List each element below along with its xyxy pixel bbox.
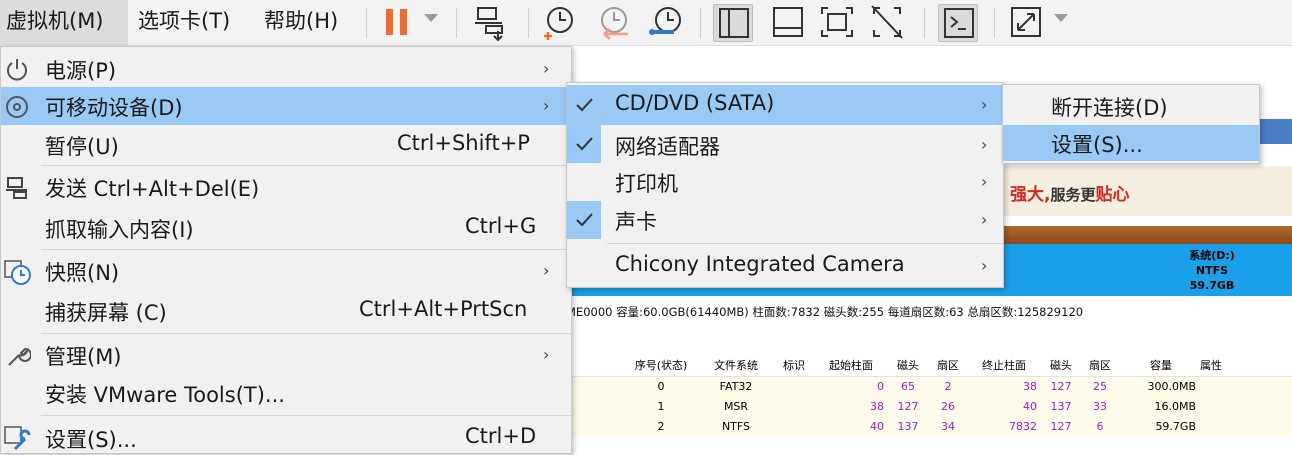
snapshot-take-icon xyxy=(544,7,573,40)
menu-item-send-ctrl-alt-del[interactable]: 发送 Ctrl+Alt+Del(E) xyxy=(1,169,571,207)
menu-item-manage[interactable]: 管理(M) › xyxy=(1,337,571,375)
snapshot-manager-icon xyxy=(649,7,681,35)
settings-icon xyxy=(4,426,31,451)
menu-separator xyxy=(41,333,571,334)
toolbar-separator xyxy=(366,8,367,38)
checkmark-icon xyxy=(576,137,593,151)
vmware-toolbar: 虚拟机(M) 选项卡(T) 帮助(H) xyxy=(0,0,1292,46)
sidebar-view-icon xyxy=(719,8,749,38)
menu-item-printer[interactable]: 打印机 › xyxy=(567,163,1003,201)
submenu-arrow-icon: › xyxy=(981,172,988,191)
col-header: 容量 xyxy=(1150,359,1172,372)
revert-snapshot-button[interactable] xyxy=(594,4,634,42)
table-row[interactable]: 2 NTFS 40 137 34 7832 127 6 59.7GB xyxy=(566,417,1292,437)
cd-dvd-menu: 断开连接(D) 设置(S)... xyxy=(1002,84,1260,164)
menu-item-disconnect[interactable]: 断开连接(D) xyxy=(1003,87,1259,123)
col-header: 文件系统 xyxy=(714,359,758,372)
checkmark-icon xyxy=(576,98,593,112)
toolbar-separator xyxy=(994,8,995,38)
wrench-icon xyxy=(8,347,31,366)
menu-item-removable-devices[interactable]: 可移动设备(D) › xyxy=(1,87,571,125)
submenu-arrow-icon: › xyxy=(543,345,550,364)
send-keys-icon xyxy=(6,177,27,199)
menu-item-cd-settings[interactable]: 设置(S)... xyxy=(1003,125,1259,161)
col-header: 序号(状态) xyxy=(634,359,688,372)
toolbar-separator xyxy=(924,8,925,38)
col-header: 标识 xyxy=(783,359,805,372)
col-header: 扇区 xyxy=(1089,359,1111,372)
console-view-button[interactable] xyxy=(938,4,978,42)
stretch-dropdown-icon[interactable] xyxy=(1054,14,1068,22)
snapshot-manager-button[interactable] xyxy=(646,4,686,42)
unity-button[interactable] xyxy=(868,4,908,42)
menu-item-snapshot[interactable]: 快照(N) › xyxy=(1,253,571,291)
submenu-arrow-icon: › xyxy=(543,96,550,115)
pause-icon xyxy=(386,9,407,35)
partition-table-header: 序号(状态) 文件系统 标识 起始柱面 磁头 扇区 终止柱面 磁头 扇区 容量 … xyxy=(566,352,1292,377)
partition-name: 系统(D:) xyxy=(1189,249,1235,262)
disc-icon xyxy=(6,96,28,118)
disk-info: ME0000 容量:60.0GB(61440MB) 柱面数:7832 磁头数:2… xyxy=(566,305,1084,319)
toolbar-separator xyxy=(700,8,701,38)
menu-vm[interactable]: 虚拟机(M) xyxy=(0,0,128,46)
submenu-arrow-icon: › xyxy=(543,261,550,280)
col-header: 扇区 xyxy=(937,359,959,372)
menu-item-camera[interactable]: Chicony Integrated Camera › xyxy=(567,247,1003,285)
menu-item-sound-card[interactable]: 声卡 › xyxy=(567,201,1003,239)
col-header: 终止柱面 xyxy=(982,359,1026,372)
background-banner: 强大,服务更贴心 xyxy=(1000,166,1292,216)
pause-dropdown-icon[interactable] xyxy=(424,14,438,22)
submenu-arrow-icon: › xyxy=(981,95,988,114)
thumbnail-view-icon xyxy=(773,7,803,37)
power-icon xyxy=(7,59,27,81)
menu-item-install-vmware-tools[interactable]: 安装 VMware Tools(T)... xyxy=(1,376,571,414)
checkmark-icon xyxy=(576,213,593,227)
table-row[interactable]: 0 FAT32 0 65 2 38 127 25 300.0MB xyxy=(566,377,1292,397)
col-header: 属性 xyxy=(1200,359,1222,372)
toolbar-separator xyxy=(528,8,529,38)
menu-separator xyxy=(607,243,1003,244)
send-ctrl-alt-del-icon xyxy=(475,7,503,42)
menu-help[interactable]: 帮助(H) xyxy=(258,0,358,46)
menu-item-grab-input[interactable]: 抓取输入内容(I) Ctrl+G xyxy=(1,209,571,247)
menu-separator xyxy=(41,165,571,166)
send-ctrl-alt-del-button[interactable] xyxy=(472,4,512,42)
col-header: 起始柱面 xyxy=(829,359,873,372)
stretch-button[interactable] xyxy=(1008,4,1048,42)
stretch-icon xyxy=(1011,7,1041,37)
menu-item-pause[interactable]: 暂停(U) Ctrl+Shift+P xyxy=(1,126,571,164)
library-view-button[interactable] xyxy=(713,4,753,42)
menu-tabs[interactable]: 选项卡(T) xyxy=(132,0,252,46)
removable-devices-menu: CD/DVD (SATA) › 网络适配器 › 打印机 › 声卡 › Chico… xyxy=(566,82,1004,288)
toolbar-separator xyxy=(456,8,457,38)
submenu-arrow-icon: › xyxy=(981,210,988,229)
menu-item-settings[interactable]: 设置(S)... Ctrl+D xyxy=(1,419,571,455)
submenu-arrow-icon: › xyxy=(543,59,550,78)
unity-off-icon xyxy=(871,5,903,39)
col-header: 磁头 xyxy=(897,359,919,372)
menu-item-capture-screen[interactable]: 捕获屏幕 (C) Ctrl+Alt+PrtScn xyxy=(1,292,571,330)
take-snapshot-button[interactable] xyxy=(540,4,580,42)
partition-size: 59.7GB xyxy=(1189,279,1235,292)
menu-separator xyxy=(41,249,571,250)
menu-separator xyxy=(41,415,571,416)
menu-item-network-adapter[interactable]: 网络适配器 › xyxy=(567,125,1003,163)
fullscreen-icon xyxy=(821,7,853,37)
menu-item-cd-dvd[interactable]: CD/DVD (SATA) › xyxy=(567,85,1003,125)
snapshot-icon xyxy=(4,260,31,285)
menu-item-power[interactable]: 电源(P) › xyxy=(1,49,571,87)
thumbnail-bar-button[interactable] xyxy=(768,4,808,42)
fullscreen-button[interactable] xyxy=(818,4,858,42)
vm-menu: 电源(P) › 可移动设备(D) › 暂停(U) Ctrl+Shift+P 发送… xyxy=(0,46,572,454)
partition-fs: NTFS xyxy=(1195,264,1229,277)
table-row[interactable]: 1 MSR 38 127 26 40 137 33 16.0MB xyxy=(566,397,1292,417)
pause-button[interactable] xyxy=(378,4,418,42)
snapshot-revert-icon xyxy=(601,7,628,40)
console-icon xyxy=(944,8,974,38)
submenu-arrow-icon: › xyxy=(981,135,988,154)
col-header: 磁头 xyxy=(1050,359,1072,372)
submenu-arrow-icon: › xyxy=(981,256,988,275)
